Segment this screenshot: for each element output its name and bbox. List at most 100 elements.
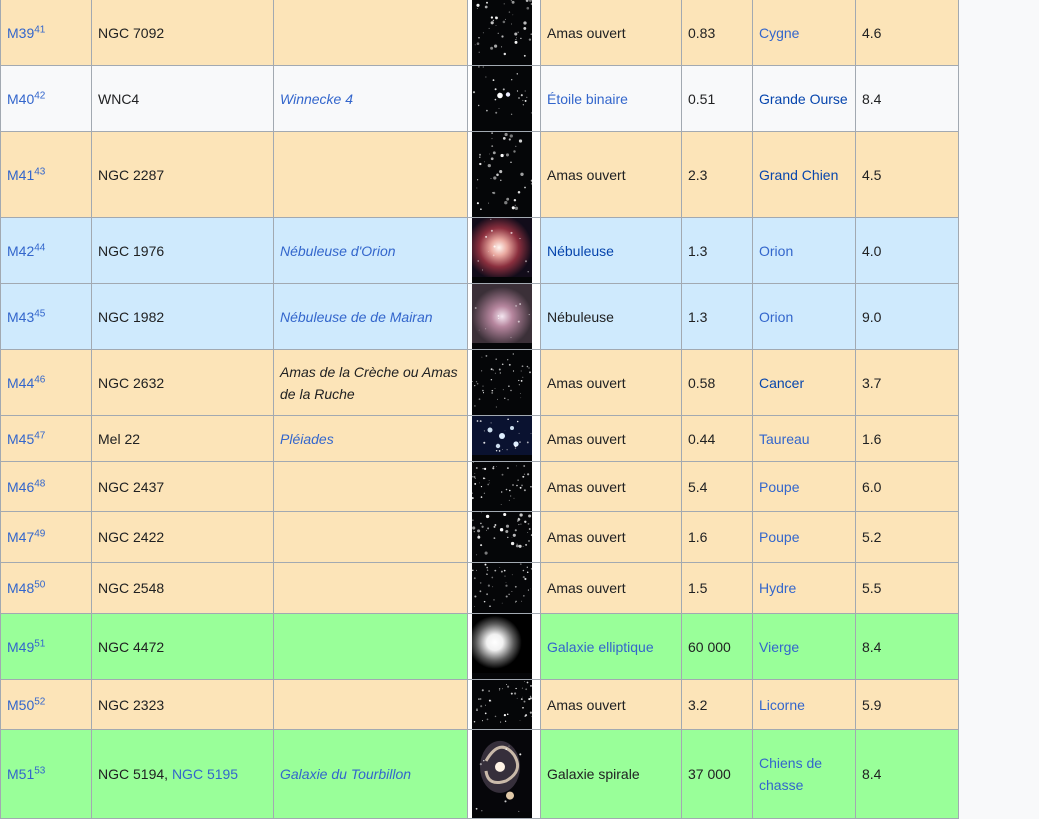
pleiades-image[interactable]: [472, 416, 532, 461]
table-row: M4042 WNC4 Winnecke 4 Étoile binaire 0.5…: [0, 65, 959, 132]
open-cluster-image[interactable]: [472, 563, 533, 613]
reference-link[interactable]: 44: [34, 242, 45, 253]
magnitude-cell: 1.6: [855, 415, 959, 462]
messier-cell: M5153: [0, 729, 92, 819]
messier-id-link[interactable]: M51: [7, 766, 34, 782]
object-type-link[interactable]: Étoile binaire: [547, 91, 628, 107]
reference-link[interactable]: 46: [34, 374, 45, 385]
reference-link[interactable]: 50: [34, 579, 45, 590]
open-cluster-image[interactable]: [472, 132, 533, 217]
distance-value: 0.58: [688, 374, 716, 391]
reference-link[interactable]: 41: [34, 24, 45, 35]
reference-link[interactable]: 49: [34, 528, 45, 539]
type-cell: Galaxie spirale: [540, 729, 682, 819]
messier-id-link[interactable]: M40: [7, 91, 34, 107]
messier-table: M3941 NGC 7092 Amas ouvert 0.83 Cygne 4.…: [0, 0, 959, 819]
object-type-label: Amas ouvert: [547, 696, 626, 713]
ngc-label: NGC 2422: [98, 529, 165, 545]
table-row: M4547 Mel 22 Pléiades Amas ouvert 0.44 T…: [0, 415, 959, 462]
open-cluster-image[interactable]: [472, 350, 532, 415]
common-name-link[interactable]: Winnecke 4: [280, 91, 353, 107]
messier-id-link[interactable]: M41: [7, 167, 34, 183]
constellation-link[interactable]: Licorne: [759, 697, 805, 713]
type-cell: Amas ouvert: [540, 461, 682, 512]
messier-id-link[interactable]: M50: [7, 697, 34, 713]
messier-id-link[interactable]: M46: [7, 479, 34, 495]
object-type-label: Amas ouvert: [547, 24, 626, 41]
distance-cell: 1.5: [681, 562, 753, 614]
distance-value: 1.6: [688, 529, 708, 545]
ngc-label: NGC 1982: [98, 308, 165, 325]
messier-cell: M4648: [0, 461, 92, 512]
constellation-link[interactable]: Poupe: [759, 479, 799, 495]
constellation-link[interactable]: Vierge: [759, 639, 799, 655]
object-type-link[interactable]: Galaxie elliptique: [547, 639, 654, 655]
common-name-link[interactable]: Nébuleuse de de Mairan: [280, 309, 433, 325]
reference-link[interactable]: 47: [34, 430, 45, 441]
common-name-link[interactable]: Galaxie du Tourbillon: [280, 766, 411, 782]
constellation-link[interactable]: Grande Ourse: [759, 91, 848, 107]
reference-link[interactable]: 42: [34, 90, 45, 101]
ngc-cell: NGC 2287: [91, 131, 274, 218]
reference-link[interactable]: 52: [34, 696, 45, 707]
messier-id-link[interactable]: M42: [7, 243, 34, 259]
constellation-link[interactable]: Taureau: [759, 431, 810, 447]
object-type-label: Amas ouvert: [547, 529, 626, 545]
constellation-link[interactable]: Orion: [759, 243, 793, 259]
messier-id-link[interactable]: M43: [7, 309, 34, 325]
messier-id-link[interactable]: M49: [7, 639, 34, 655]
constellation-link[interactable]: Cancer: [759, 375, 804, 391]
magnitude-cell: 6.0: [855, 461, 959, 512]
reference-link[interactable]: 43: [34, 166, 45, 177]
reference-link[interactable]: 48: [34, 478, 45, 489]
open-cluster-image[interactable]: [471, 461, 532, 511]
common-name-link[interactable]: Amas de la Crèche ou Amas de la Ruche: [280, 364, 458, 402]
common-name-cell: Galaxie du Tourbillon: [273, 729, 468, 819]
constellation-cell: Orion: [752, 283, 856, 350]
common-name-link[interactable]: Pléiades: [280, 431, 334, 447]
magnitude-value: 5.5: [862, 580, 882, 596]
ngc-cell: NGC 7092: [91, 0, 274, 66]
ngc-cell: NGC 2437: [91, 461, 274, 512]
ngc-cell: WNC4: [91, 65, 274, 132]
binary-star-image[interactable]: [472, 66, 532, 131]
magnitude-cell: 3.7: [855, 349, 959, 416]
messier-cell: M4244: [0, 217, 92, 284]
reference-link[interactable]: 51: [34, 638, 45, 649]
orion-nebula-image[interactable]: [472, 218, 532, 283]
constellation-link[interactable]: Hydre: [759, 580, 796, 596]
ngc-cell: NGC 2632: [91, 349, 274, 416]
magnitude-value: 8.4: [862, 638, 882, 655]
messier-id-link[interactable]: M39: [7, 25, 34, 41]
magnitude-value: 8.4: [862, 90, 882, 107]
common-name-cell: [273, 511, 468, 563]
common-name-link[interactable]: Nébuleuse d'Orion: [280, 243, 396, 259]
table-row: M4749 NGC 2422 Amas ouvert 1.6 Poupe 5.2: [0, 511, 959, 563]
magnitude-value: 9.0: [862, 308, 882, 325]
messier-id-link[interactable]: M48: [7, 580, 34, 596]
constellation-link[interactable]: Orion: [759, 309, 793, 325]
constellation-link[interactable]: Poupe: [759, 529, 799, 545]
mairan-nebula-image[interactable]: [472, 284, 532, 349]
elliptical-galaxy-image[interactable]: [472, 614, 532, 679]
open-cluster-image[interactable]: [472, 512, 533, 562]
ngc-cell: NGC 2548: [91, 562, 274, 614]
messier-id-link[interactable]: M44: [7, 375, 34, 391]
messier-cell: M3941: [0, 0, 92, 66]
reference-link[interactable]: 45: [34, 308, 45, 319]
spiral-galaxy-image[interactable]: [472, 730, 532, 818]
constellation-link[interactable]: Grand Chien: [759, 167, 838, 183]
messier-id-link[interactable]: M47: [7, 529, 34, 545]
open-cluster-image[interactable]: [472, 0, 533, 65]
ngc-link[interactable]: NGC 5195: [172, 766, 238, 782]
constellation-link[interactable]: Cygne: [759, 25, 799, 41]
messier-id-link[interactable]: M45: [7, 431, 34, 447]
object-type-label: Galaxie spirale: [547, 766, 640, 782]
constellation-link[interactable]: Chiens de chasse: [759, 755, 822, 793]
open-cluster-image[interactable]: [472, 680, 532, 729]
reference-link[interactable]: 53: [34, 765, 45, 776]
magnitude-cell: 4.6: [855, 0, 959, 66]
ngc-label: Mel 22: [98, 430, 141, 447]
magnitude-cell: 8.4: [855, 613, 959, 680]
magnitude-cell: 4.5: [855, 131, 959, 218]
